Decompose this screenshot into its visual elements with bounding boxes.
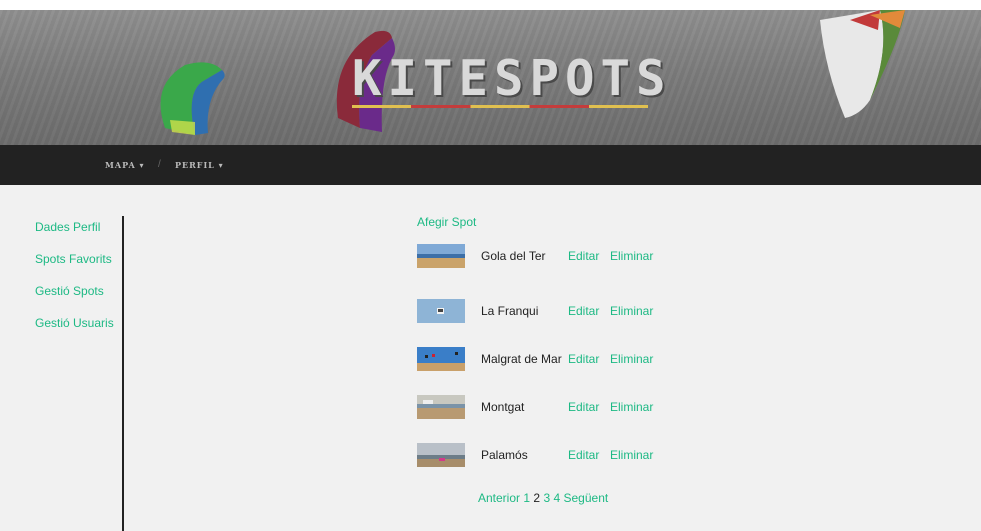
nav-perfil-label: PERFIL [175, 160, 215, 170]
nav-mapa-label: MAPA [105, 160, 136, 170]
delete-link[interactable]: Eliminar [610, 304, 653, 318]
pagination-prev[interactable]: Anterior [478, 491, 520, 505]
header-banner: KITESPOTS [0, 10, 981, 145]
caret-down-icon: ▾ [139, 160, 145, 170]
list-item: Palamós Editar Eliminar [417, 443, 677, 467]
spot-thumbnail[interactable] [417, 244, 465, 268]
list-item: Malgrat de Mar Editar Eliminar [417, 347, 677, 371]
pagination-next[interactable]: Següent [564, 491, 609, 505]
list-item: Montgat Editar Eliminar [417, 395, 677, 419]
delete-link[interactable]: Eliminar [610, 249, 653, 263]
sidebar-menu: Dades Perfil Spots Favorits Gestió Spots… [35, 220, 114, 348]
pagination-page-4[interactable]: 4 [553, 491, 560, 505]
delete-link[interactable]: Eliminar [610, 448, 653, 462]
list-item: La Franqui Editar Eliminar [417, 299, 677, 323]
sidebar-item-gestio-usuaris[interactable]: Gestió Usuaris [35, 316, 114, 348]
sidebar-item-gestio-spots[interactable]: Gestió Spots [35, 284, 114, 316]
edit-link[interactable]: Editar [568, 448, 599, 462]
pagination-page-1[interactable]: 1 [523, 491, 530, 505]
nav-separator: / [158, 159, 161, 170]
delete-link[interactable]: Eliminar [610, 352, 653, 366]
sidebar-item-spots-favorits[interactable]: Spots Favorits [35, 252, 114, 284]
top-strip [0, 0, 981, 10]
spot-name: Palamós [481, 448, 528, 462]
spot-thumbnail[interactable] [417, 443, 465, 467]
spot-name: Gola del Ter [481, 249, 546, 263]
nav-mapa-dropdown[interactable]: MAPA ▾ [105, 160, 145, 170]
logo-underline [352, 105, 648, 108]
pagination-page-3[interactable]: 3 [543, 491, 550, 505]
spot-name: Montgat [481, 400, 525, 414]
delete-link[interactable]: Eliminar [610, 400, 653, 414]
sidebar-divider [122, 216, 124, 531]
list-item: Gola del Ter Editar Eliminar [417, 244, 677, 268]
edit-link[interactable]: Editar [568, 352, 599, 366]
pagination-page-2-current: 2 [533, 491, 541, 505]
sidebar-item-dades-perfil[interactable]: Dades Perfil [35, 220, 114, 252]
edit-link[interactable]: Editar [568, 249, 599, 263]
site-logo[interactable]: KITESPOTS [352, 50, 672, 107]
caret-down-icon: ▾ [218, 160, 224, 170]
edit-link[interactable]: Editar [568, 304, 599, 318]
top-navbar: MAPA ▾ / PERFIL ▾ [0, 145, 981, 185]
edit-link[interactable]: Editar [568, 400, 599, 414]
spot-name: La Franqui [481, 304, 539, 318]
spot-thumbnail[interactable] [417, 299, 465, 323]
add-spot-link[interactable]: Afegir Spot [417, 215, 476, 229]
spot-thumbnail[interactable] [417, 395, 465, 419]
spot-name: Malgrat de Mar [481, 352, 562, 366]
spot-thumbnail[interactable] [417, 347, 465, 371]
nav-perfil-dropdown[interactable]: PERFIL ▾ [175, 160, 224, 170]
pagination: Anterior 1 2 3 4 Següent [478, 491, 608, 505]
